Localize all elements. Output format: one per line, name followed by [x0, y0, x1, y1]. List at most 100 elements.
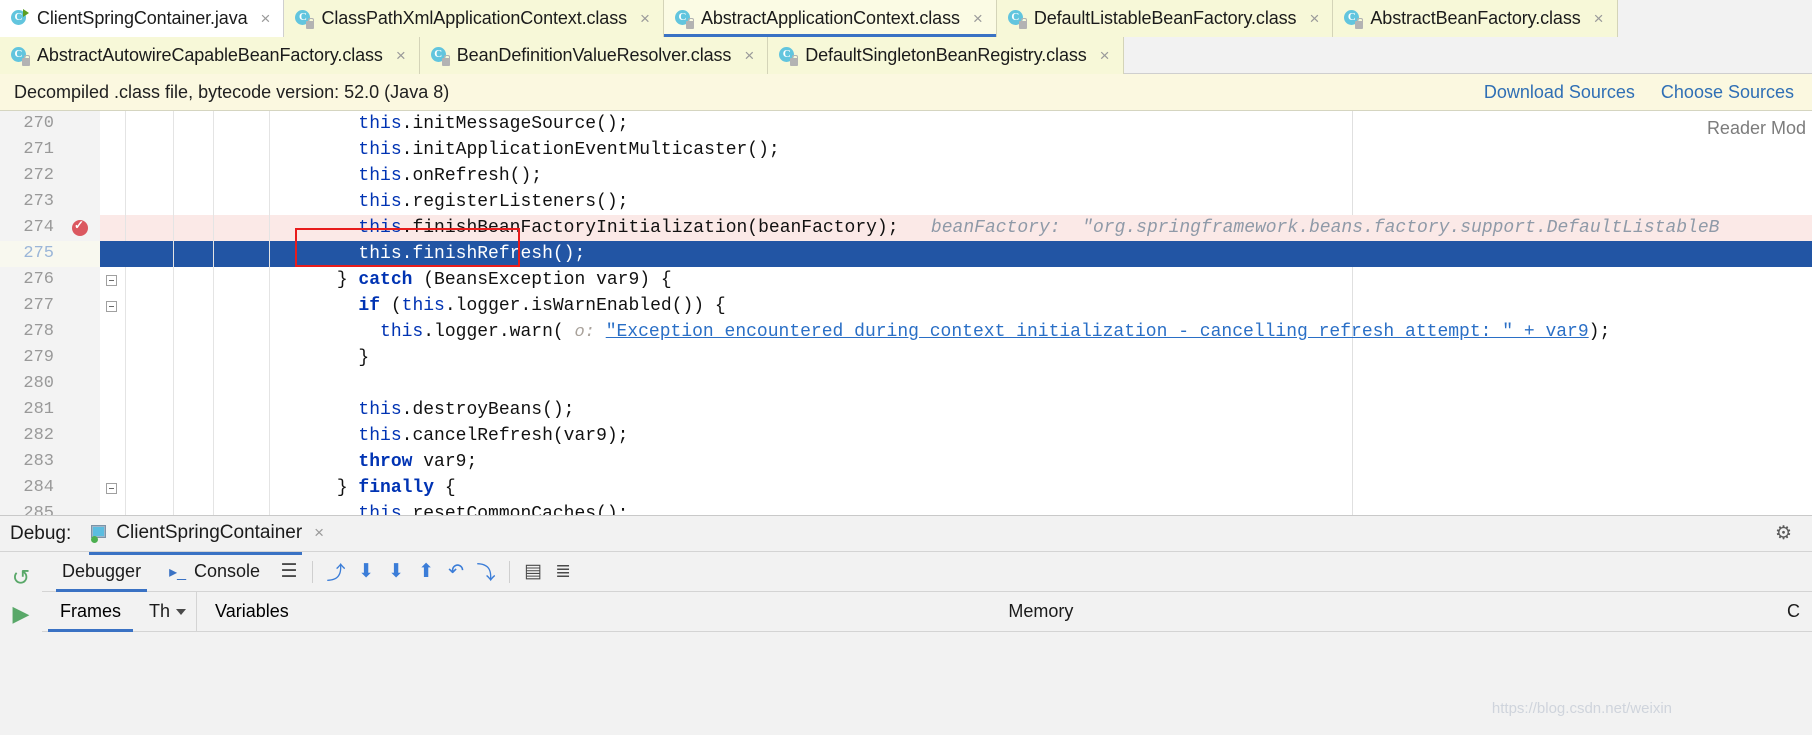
code-text[interactable] — [270, 371, 1812, 397]
code-line-279[interactable]: 279 } — [0, 345, 1812, 371]
editor-tab-defaultlistablebeanfactory[interactable]: C DefaultListableBeanFactory.class × — [996, 0, 1334, 37]
code-folding-cell[interactable] — [100, 241, 126, 267]
editor-tab-classpathxmlapplicationcontext[interactable]: C ClassPathXmlApplicationContext.class × — [284, 0, 664, 37]
breakpoint-gutter-cell[interactable] — [60, 137, 100, 163]
code-text[interactable]: this.finishRefresh(); — [270, 241, 1812, 267]
breakpoint-gutter-cell[interactable] — [60, 501, 100, 515]
breakpoint-gutter-cell[interactable] — [60, 241, 100, 267]
breakpoint-gutter-cell[interactable] — [60, 319, 100, 345]
code-text[interactable]: this.cancelRefresh(var9); — [270, 423, 1812, 449]
editor-tab-abstractapplicationcontext[interactable]: C AbstractApplicationContext.class × — [663, 0, 997, 37]
code-line-270[interactable]: 270 this.initMessageSource(); — [0, 111, 1812, 137]
breakpoint-gutter-cell[interactable] — [60, 345, 100, 371]
code-folding-cell[interactable] — [100, 475, 126, 501]
rerun-button[interactable]: ↺ — [0, 560, 42, 596]
code-folding-cell[interactable] — [100, 215, 126, 241]
code-text[interactable]: throw var9; — [270, 449, 1812, 475]
code-text[interactable]: this.resetCommonCaches(); — [270, 501, 1812, 515]
debug-session-tab[interactable]: ClientSpringContainer × — [89, 522, 324, 555]
memory-button[interactable]: Memory — [996, 601, 1085, 622]
fold-collapse-icon[interactable] — [106, 275, 117, 286]
close-icon[interactable]: × — [969, 10, 983, 27]
breakpoint-gutter-cell[interactable] — [60, 449, 100, 475]
code-text[interactable]: this.onRefresh(); — [270, 163, 1812, 189]
editor-tab-beandefinitionvalueresolver[interactable]: C BeanDefinitionValueResolver.class × — [419, 37, 769, 74]
mute-breakpoints-icon[interactable]: ≣ — [548, 557, 578, 587]
code-line-271[interactable]: 271 this.initApplicationEventMulticaster… — [0, 137, 1812, 163]
code-text[interactable]: this.initApplicationEventMulticaster(); — [270, 137, 1812, 163]
right-extra-button[interactable]: C — [1775, 601, 1812, 622]
close-icon[interactable]: × — [1096, 47, 1110, 64]
code-folding-cell[interactable] — [100, 111, 126, 137]
code-folding-cell[interactable] — [100, 293, 126, 319]
code-folding-cell[interactable] — [100, 371, 126, 397]
step-into-icon[interactable]: ⬇ — [351, 557, 381, 587]
breakpoint-gutter-cell[interactable] — [60, 293, 100, 319]
code-folding-cell[interactable] — [100, 137, 126, 163]
code-line-283[interactable]: 283 throw var9; — [0, 449, 1812, 475]
breakpoint-gutter-cell[interactable] — [60, 371, 100, 397]
code-text[interactable]: if (this.logger.isWarnEnabled()) { — [270, 293, 1812, 319]
code-line-277[interactable]: 277 if (this.logger.isWarnEnabled()) { — [0, 293, 1812, 319]
close-icon[interactable]: × — [1305, 10, 1319, 27]
code-text[interactable]: this.logger.warn( o: "Exception encounte… — [270, 319, 1812, 345]
code-folding-cell[interactable] — [100, 345, 126, 371]
evaluate-expression-icon[interactable]: ▤ — [518, 557, 548, 587]
step-over-icon[interactable]: ⤴ — [321, 557, 351, 587]
code-line-282[interactable]: 282 this.cancelRefresh(var9); — [0, 423, 1812, 449]
code-folding-cell[interactable] — [100, 449, 126, 475]
editor-tab-abstractautowirecapablebeanfactory[interactable]: C AbstractAutowireCapableBeanFactory.cla… — [0, 37, 420, 74]
tab-console[interactable]: ▸_ Console — [155, 552, 274, 592]
code-text[interactable]: } finally { — [270, 475, 1812, 501]
code-line-274[interactable]: 274 this.finishBeanFactoryInitialization… — [0, 215, 1812, 241]
editor-tab-clientspringcontainer[interactable]: C ClientSpringContainer.java × — [0, 0, 285, 37]
fold-collapse-icon[interactable] — [106, 483, 117, 494]
layout-icon[interactable]: ☰ — [274, 557, 304, 587]
fold-collapse-icon[interactable] — [106, 301, 117, 312]
code-line-285[interactable]: 285 this.resetCommonCaches(); — [0, 501, 1812, 515]
code-text[interactable]: } — [270, 345, 1812, 371]
step-out-icon[interactable]: ⬆ — [411, 557, 441, 587]
thread-selector[interactable]: Th — [139, 601, 196, 622]
close-icon[interactable]: × — [636, 10, 650, 27]
code-line-278[interactable]: 278 this.logger.warn( o: "Exception enco… — [0, 319, 1812, 345]
code-line-276[interactable]: 276 } catch (BeansException var9) { — [0, 267, 1812, 293]
run-to-cursor-icon[interactable]: ⤵ — [471, 557, 501, 587]
close-icon[interactable]: × — [1590, 10, 1604, 27]
breakpoint-gutter-cell[interactable] — [60, 397, 100, 423]
code-folding-cell[interactable] — [100, 423, 126, 449]
code-folding-cell[interactable] — [100, 501, 126, 515]
code-folding-cell[interactable] — [100, 163, 126, 189]
force-step-into-icon[interactable]: ⬇ — [381, 557, 411, 587]
close-icon[interactable]: × — [257, 10, 271, 27]
code-line-272[interactable]: 272 this.onRefresh(); — [0, 163, 1812, 189]
breakpoint-gutter-cell[interactable] — [60, 267, 100, 293]
code-text[interactable]: this.finishBeanFactoryInitialization(bea… — [270, 215, 1812, 241]
breakpoint-gutter-cell[interactable] — [60, 189, 100, 215]
breakpoint-gutter-cell[interactable] — [60, 423, 100, 449]
editor-tab-abstractbeanfactory[interactable]: C AbstractBeanFactory.class × — [1333, 0, 1618, 37]
breakpoint-gutter-cell[interactable] — [60, 215, 100, 241]
gear-icon[interactable]: ⚙ — [1775, 522, 1802, 545]
close-icon[interactable]: × — [740, 47, 754, 64]
code-folding-cell[interactable] — [100, 397, 126, 423]
code-folding-cell[interactable] — [100, 319, 126, 345]
tab-debugger[interactable]: Debugger — [48, 552, 155, 592]
choose-sources-link[interactable]: Choose Sources — [1661, 82, 1794, 103]
editor-tab-defaultsingletonbeanregistry[interactable]: C DefaultSingletonBeanRegistry.class × — [768, 37, 1124, 74]
drop-frame-icon[interactable]: ↶ — [441, 557, 471, 587]
code-line-280[interactable]: 280 — [0, 371, 1812, 397]
code-line-284[interactable]: 284 } finally { — [0, 475, 1812, 501]
close-icon[interactable]: × — [392, 47, 406, 64]
code-text[interactable]: } catch (BeansException var9) { — [270, 267, 1812, 293]
code-editor[interactable]: Reader Mod 270 this.initMessageSource();… — [0, 111, 1812, 515]
code-line-273[interactable]: 273 this.registerListeners(); — [0, 189, 1812, 215]
breakpoint-gutter-cell[interactable] — [60, 111, 100, 137]
breakpoint-gutter-cell[interactable] — [60, 475, 100, 501]
code-text[interactable]: this.destroyBeans(); — [270, 397, 1812, 423]
code-text[interactable]: this.initMessageSource(); — [270, 111, 1812, 137]
download-sources-link[interactable]: Download Sources — [1484, 82, 1635, 103]
code-text[interactable]: this.registerListeners(); — [270, 189, 1812, 215]
code-line-281[interactable]: 281 this.destroyBeans(); — [0, 397, 1812, 423]
resume-button[interactable]: ▶ — [0, 596, 42, 632]
